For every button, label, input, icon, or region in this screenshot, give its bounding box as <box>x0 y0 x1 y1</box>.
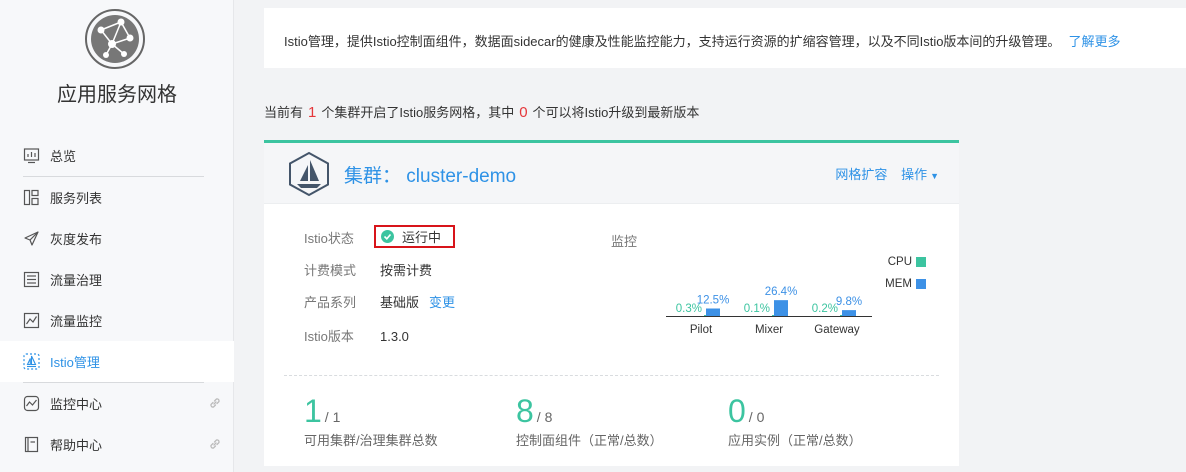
dashboard-icon <box>23 147 40 164</box>
status-value: 运行中 <box>402 230 442 245</box>
sidebar-item-overview[interactable]: 总览 <box>0 135 234 176</box>
sidebar-item-label: 监控中心 <box>50 397 103 412</box>
sidebar-item-label: 总览 <box>50 149 77 164</box>
operations-dropdown[interactable]: 操作 ▼ <box>901 167 939 182</box>
cluster-summary: 当前有 1 个集群开启了Istio服务网格，其中 0 个可以将Istio升级到最新版本 <box>264 102 699 121</box>
info-key: Istio版本 <box>304 329 354 344</box>
cpu-bar <box>840 315 842 316</box>
mem-bar <box>842 310 856 316</box>
cpu-value-label: 0.2% <box>812 303 838 315</box>
sidebar-item-istio-management[interactable]: Istio管理 <box>0 341 234 382</box>
mem-value-label: 9.8% <box>836 296 862 308</box>
sidebar-item-label: 帮助中心 <box>50 438 103 453</box>
stat-value: 0 <box>728 393 746 429</box>
sidebar-nav: 总览 服务列表 灰度发布 流量治理 流量监控 Istio管理 监控中心 帮助中心 <box>0 135 234 465</box>
legend-label: CPU <box>888 256 912 268</box>
cluster-title: 集群： cluster-demo <box>344 166 517 187</box>
enabled-cluster-count: 1 <box>308 104 317 121</box>
sidebar-item-traffic-governance[interactable]: 流量治理 <box>0 259 234 300</box>
category-tick-label: Gateway <box>814 324 860 336</box>
info-row-status: Istio状态 <box>304 229 380 249</box>
sidebar-item-label: 灰度发布 <box>50 232 103 247</box>
category-tick-label: Mixer <box>755 324 783 336</box>
mem-value-label: 26.4% <box>765 286 798 298</box>
category-tick-label: Pilot <box>690 324 713 336</box>
sidebar-item-label: Istio管理 <box>50 355 100 370</box>
billing-value: 按需计费 <box>380 263 433 278</box>
sidebar-item-label: 流量监控 <box>50 314 103 329</box>
sidebar-item-label: 服务列表 <box>50 191 103 206</box>
cpu-bar <box>704 315 706 316</box>
info-key: 计费模式 <box>304 263 357 278</box>
stat-value: 8 <box>516 393 534 429</box>
summary-text: 个可以将Istio升级到最新版本 <box>532 105 700 120</box>
monitor-label: 监控 <box>611 234 638 249</box>
mem-value-label: 12.5% <box>697 295 730 307</box>
intro-text: Istio管理，提供Istio控制面组件，数据面sidecar的健康及性能监控能… <box>284 34 1061 49</box>
summary-text: 个集群开启了Istio服务网格，其中 <box>321 105 515 120</box>
istio-icon <box>23 353 40 370</box>
stat-control-plane: 8/ 8 控制面组件（正常/总数） <box>516 393 663 449</box>
upgradable-cluster-count: 0 <box>519 104 528 121</box>
sidebar-item-help-center[interactable]: 帮助中心 <box>0 424 234 465</box>
sidebar-item-canary-release[interactable]: 灰度发布 <box>0 218 234 259</box>
stat-app-instances: 0/ 0 应用实例（正常/总数） <box>728 393 862 449</box>
info-key: 产品系列 <box>304 295 357 310</box>
sidebar-item-traffic-monitor[interactable]: 流量监控 <box>0 300 234 341</box>
external-link-icon <box>210 398 220 408</box>
service-list-icon <box>23 189 40 206</box>
scale-mesh-button[interactable]: 网格扩容 <box>835 167 887 182</box>
sidebar-item-service-list[interactable]: 服务列表 <box>0 177 234 218</box>
info-key: Istio状态 <box>304 231 354 246</box>
change-series-link[interactable]: 变更 <box>429 295 455 310</box>
cluster-card: 集群： cluster-demo 网格扩容 操作 ▼ Istio状态 运行中 计费… <box>264 140 959 466</box>
traffic-governance-icon <box>23 271 40 288</box>
legend-swatch <box>916 279 926 289</box>
version-value: 1.3.0 <box>380 329 409 344</box>
intro-banner: Istio管理，提供Istio控制面组件，数据面sidecar的健康及性能监控能… <box>264 8 1186 68</box>
info-row-version: Istio版本 1.3.0 <box>304 327 409 347</box>
cluster-card-header: 集群： cluster-demo 网格扩容 操作 ▼ <box>264 143 959 204</box>
sidebar-item-label: 流量治理 <box>50 273 103 288</box>
resource-usage-chart: 0.3%12.5%Pilot0.1%26.4%Mixer0.2%9.8%Gate… <box>666 256 926 336</box>
cpu-bar <box>772 315 774 316</box>
stat-value: 1 <box>304 393 322 429</box>
cpu-value-label: 0.1% <box>744 303 770 315</box>
series-value: 基础版 <box>380 295 420 310</box>
status-badge: 运行中 <box>374 225 455 248</box>
divider <box>284 375 939 376</box>
external-link-icon <box>210 439 220 449</box>
sidebar-item-monitor-center[interactable]: 监控中心 <box>0 383 234 424</box>
stat-total: / 8 <box>536 409 553 425</box>
app-title: 应用服务网格 <box>57 84 177 106</box>
cluster-actions: 网格扩容 操作 ▼ <box>835 164 939 183</box>
help-center-icon <box>23 436 40 453</box>
info-row-series: 产品系列 基础版 变更 <box>304 293 455 313</box>
stat-total: / 1 <box>324 409 341 425</box>
stat-clusters: 1/ 1 可用集群/治理集群总数 <box>304 393 438 449</box>
monitor-center-icon <box>23 395 40 412</box>
summary-text: 当前有 <box>264 105 304 120</box>
operations-label: 操作 <box>901 167 928 182</box>
legend-label: MEM <box>885 278 912 290</box>
traffic-monitor-icon <box>23 312 40 329</box>
caret-down-icon: ▼ <box>930 171 939 181</box>
send-icon <box>23 230 40 247</box>
stat-label: 可用集群/治理集群总数 <box>304 433 438 448</box>
learn-more-link[interactable]: 了解更多 <box>1068 34 1120 49</box>
stat-total: / 0 <box>748 409 765 425</box>
sidebar: 应用服务网格 总览 服务列表 灰度发布 流量治理 流量监控 Istio管理 监控… <box>0 0 234 472</box>
check-circle-icon <box>381 230 394 243</box>
info-row-billing: 计费模式 按需计费 <box>304 261 432 281</box>
sailboat-icon <box>289 151 329 197</box>
stat-label: 应用实例（正常/总数） <box>728 433 862 448</box>
mem-bar <box>774 300 788 316</box>
mem-bar <box>706 308 720 316</box>
mesh-logo-icon <box>85 9 145 69</box>
stat-label: 控制面组件（正常/总数） <box>516 433 663 448</box>
legend-swatch <box>916 257 926 267</box>
